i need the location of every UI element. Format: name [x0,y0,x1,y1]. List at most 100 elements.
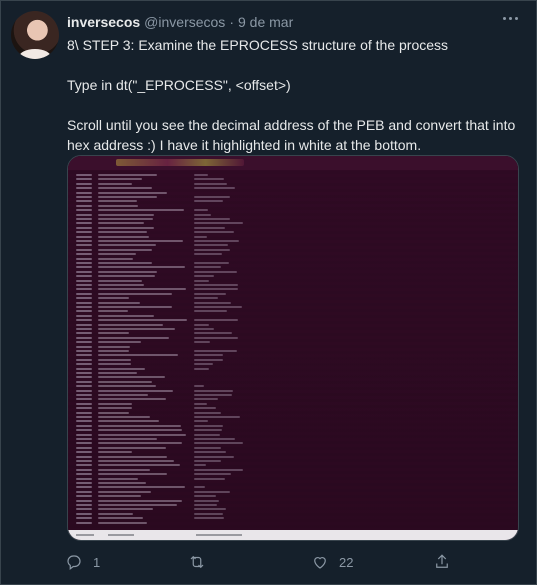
terminal-line [76,358,92,361]
terminal-line [98,464,180,467]
terminal-line [98,385,156,388]
terminal-line [76,508,92,511]
terminal-line [194,275,214,278]
author-handle[interactable]: @inversecos [144,14,225,30]
terminal-line [76,376,92,379]
terminal-line [98,508,153,511]
terminal-line [76,204,92,207]
terminal-line [194,270,237,273]
terminal-line [98,451,132,454]
terminal-line [194,222,243,225]
terminal-line [76,345,92,348]
terminal-line [76,266,92,269]
retweet-button[interactable] [188,553,216,571]
terminal-line [98,270,157,273]
terminal-line [194,292,226,295]
terminal-line [194,253,222,256]
terminal-line [76,512,92,515]
terminal-line [76,354,92,357]
terminal-line [76,433,92,436]
terminal-line [194,363,213,366]
terminal-line [76,350,92,352]
terminal-line [98,240,183,242]
terminal-line [76,191,92,194]
terminal-line [194,486,205,489]
terminal-line [194,231,234,234]
terminal-line [194,279,209,282]
tweet-paragraph: 8\ STEP 3: Examine the EPROCESS structur… [67,37,449,53]
terminal-line [194,332,232,335]
terminal-line [98,275,155,278]
tweet-card[interactable]: inversecos @inversecos · 9 de mar 8\ STE… [0,0,537,585]
reply-button[interactable]: 1 [65,553,100,571]
terminal-line [76,451,92,454]
terminal-line [194,235,207,238]
terminal-line [98,253,136,256]
terminal-line [194,182,227,185]
terminal-line [76,209,92,212]
author-name[interactable]: inversecos [67,14,140,30]
terminal-line [194,354,223,357]
terminal-line [194,284,238,286]
terminal-line [194,306,242,308]
terminal-line [98,512,133,515]
terminal-line [76,240,92,242]
terminal-line [194,218,230,220]
tweet-paragraph: Scroll until you see the decimal address… [67,117,516,153]
terminal-line [98,380,152,383]
terminal-line [98,231,147,234]
terminal-line [98,438,157,440]
terminal-line [98,257,133,260]
terminal-line [194,446,221,449]
share-button[interactable] [433,553,451,571]
terminal-line [98,288,186,291]
terminal-line [194,350,237,352]
terminal-line [76,482,92,484]
terminal-line [76,446,92,449]
terminal-line [194,477,225,480]
terminal-line [98,468,150,471]
terminal-line [76,424,92,427]
terminal-line [194,499,219,502]
share-icon [436,554,448,568]
terminal-line [98,306,172,308]
terminal-line [194,442,243,445]
terminal-line [194,200,223,203]
terminal-line [76,174,92,176]
more-horizontal-icon[interactable] [503,17,518,20]
terminal-line [194,455,234,458]
terminal-line [98,178,142,181]
terminal-line [98,521,147,524]
avatar[interactable] [11,11,59,59]
terminal-line [98,191,167,194]
terminal-line [98,314,154,317]
terminal-line [98,319,187,322]
terminal-line [76,402,92,405]
terminal-line [98,323,163,326]
highlighted-peb-row [68,530,518,540]
terminal-line [76,385,92,388]
terminal-line [98,350,129,352]
tweet-media-image[interactable] [67,155,519,541]
terminal-line [194,174,208,176]
terminal-line [76,442,92,445]
terminal-line [98,416,150,418]
terminal-line [98,499,182,502]
like-button[interactable]: 22 [311,553,353,571]
terminal-line [98,182,132,185]
terminal-line [98,446,166,449]
terminal-line [76,363,92,366]
terminal-line [76,380,92,383]
terminal-line [98,482,146,484]
terminal-line [98,328,175,330]
terminal-line [76,200,92,203]
reply-icon [67,555,81,570]
terminal-line [98,213,154,216]
terminal-line [76,319,92,322]
terminal-line [76,429,92,432]
terminal-line [98,420,159,423]
terminal-line [194,196,230,198]
terminal-line [98,367,145,370]
tweet-date[interactable]: 9 de mar [238,14,293,30]
terminal-line [194,301,231,304]
